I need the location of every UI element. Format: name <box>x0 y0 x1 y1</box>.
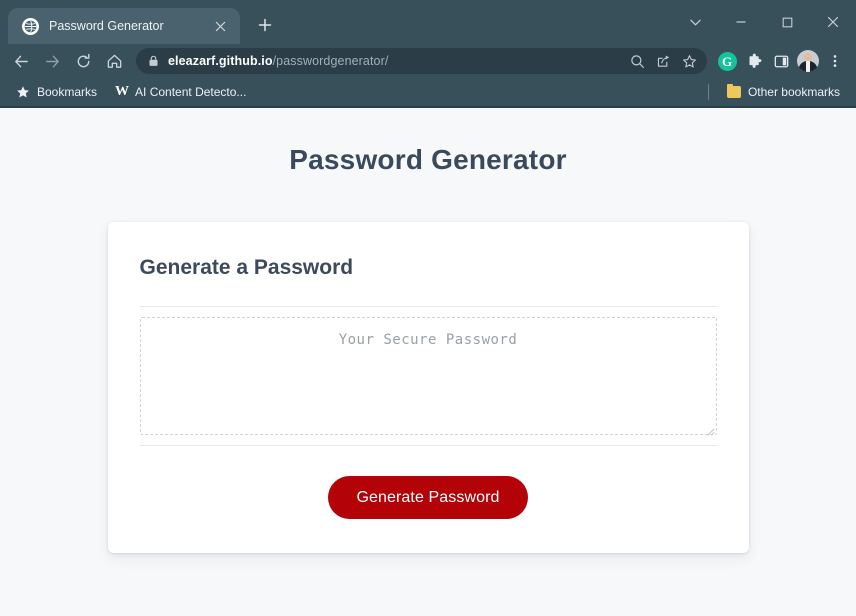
globe-favicon <box>22 17 39 35</box>
tab-strip: Password Generator <box>0 0 856 44</box>
reload-button[interactable] <box>68 46 98 76</box>
profile-avatar[interactable] <box>795 48 821 74</box>
browser-window: Password Generator eleazarf.github.io/pa… <box>0 0 856 616</box>
bookmark-item-ai-content-detector[interactable]: W AI Content Detecto... <box>107 82 254 102</box>
divider-bottom <box>139 445 717 446</box>
other-bookmarks-label: Other bookmarks <box>747 85 840 99</box>
page-title: Password Generator <box>289 144 567 175</box>
tab-search-icon[interactable] <box>672 0 718 44</box>
password-generator-card: Generate a Password Your Secure Password… <box>107 222 749 553</box>
minimize-button[interactable] <box>718 0 764 44</box>
button-row: Generate Password <box>140 476 717 519</box>
password-output-textarea[interactable]: Your Secure Password <box>139 317 717 436</box>
other-bookmarks-button[interactable]: Other bookmarks <box>719 82 848 102</box>
address-bar[interactable]: eleazarf.github.io/passwordgenerator/ <box>136 48 707 74</box>
lock-icon <box>148 55 159 67</box>
bookmark-star-icon[interactable] <box>677 49 701 73</box>
close-window-button[interactable] <box>810 0 856 44</box>
bookmark-item-bookmarks[interactable]: Bookmarks <box>8 82 105 102</box>
url-host: eleazarf.github.io <box>168 54 273 68</box>
home-button[interactable] <box>99 46 129 76</box>
bookmarks-bar: Bookmarks W AI Content Detecto... Other … <box>0 78 856 108</box>
search-icon[interactable] <box>625 49 649 73</box>
tab-close-icon[interactable] <box>210 16 230 36</box>
bookmark-label: Bookmarks <box>37 85 98 99</box>
grammarly-extension-icon[interactable]: G <box>714 48 740 74</box>
page-viewport: Password Generator Generate a Password Y… <box>0 108 856 616</box>
resize-handle[interactable] <box>705 423 715 436</box>
chrome-menu-icon[interactable] <box>822 48 848 74</box>
generate-password-button[interactable]: Generate Password <box>328 476 528 519</box>
share-icon[interactable] <box>651 49 675 73</box>
w-logo-icon: W <box>115 84 129 99</box>
tab-password-generator[interactable]: Password Generator <box>8 8 240 44</box>
password-placeholder: Your Secure Password <box>338 332 518 348</box>
divider-top <box>139 306 717 307</box>
grammarly-logo: G <box>717 51 737 71</box>
url-path: /passwordgenerator/ <box>272 54 389 68</box>
avatar <box>797 50 819 72</box>
side-panel-icon[interactable] <box>768 48 794 74</box>
bookmark-label: AI Content Detecto... <box>135 85 247 99</box>
avatar-head <box>804 53 812 61</box>
folder-icon <box>726 84 741 98</box>
browser-toolbar: eleazarf.github.io/passwordgenerator/ G <box>0 44 856 78</box>
maximize-button[interactable] <box>764 0 810 44</box>
back-button[interactable] <box>6 46 36 76</box>
bookmarks-divider <box>707 84 709 100</box>
star-icon <box>16 85 30 99</box>
new-tab-button[interactable] <box>250 10 280 40</box>
avatar-shirt <box>806 61 810 72</box>
card-heading: Generate a Password <box>139 256 354 279</box>
forward-button[interactable] <box>37 46 67 76</box>
window-controls <box>672 0 856 44</box>
extensions-icon[interactable] <box>741 48 767 74</box>
browser-chrome: Password Generator eleazarf.github.io/pa… <box>0 0 856 108</box>
url-text: eleazarf.github.io/passwordgenerator/ <box>168 54 623 68</box>
tab-title: Password Generator <box>49 19 164 33</box>
